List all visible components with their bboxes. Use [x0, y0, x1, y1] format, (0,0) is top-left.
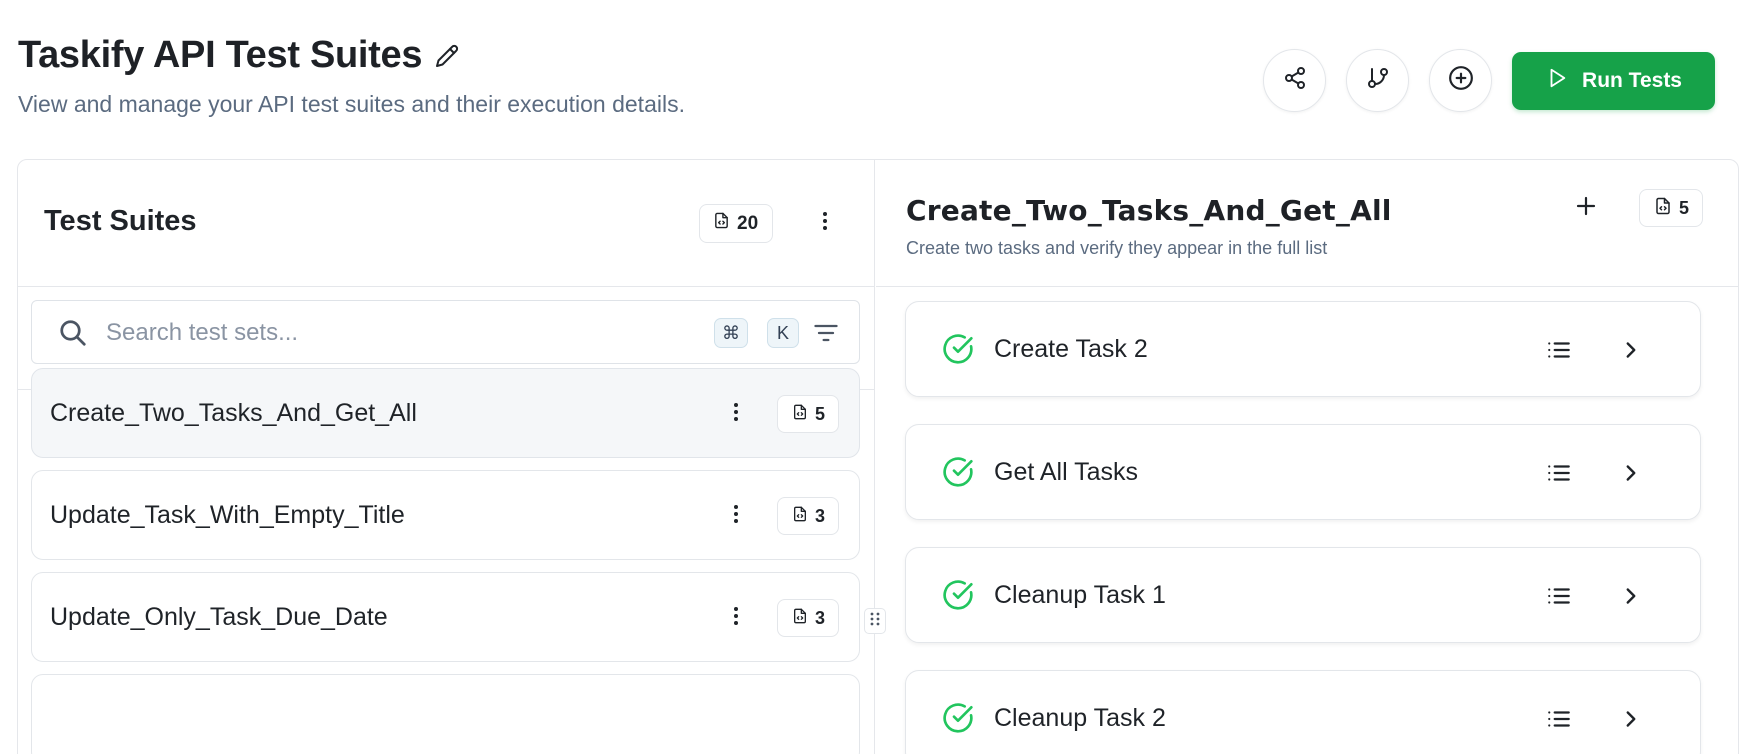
page-title: Taskify API Test Suites — [18, 34, 423, 76]
share-icon — [1283, 66, 1307, 95]
suites-pane: Test Suites 20 ⌘ K — [18, 160, 875, 754]
chevron-right-icon[interactable] — [1618, 460, 1644, 491]
shortcut-cmd-key: ⌘ — [714, 318, 748, 348]
search-icon — [58, 318, 88, 353]
tests-count-badge: 5 — [1639, 189, 1704, 227]
file-code-icon — [792, 608, 808, 629]
search-box: ⌘ K — [31, 300, 860, 364]
check-circle-icon — [942, 579, 974, 616]
add-button[interactable] — [1429, 49, 1493, 112]
chevron-right-icon[interactable] — [1618, 583, 1644, 614]
git-branch-icon — [1366, 66, 1390, 95]
branch-button[interactable] — [1346, 49, 1410, 112]
grip-vertical-icon — [869, 611, 881, 632]
file-code-icon — [792, 404, 808, 425]
filter-icon[interactable] — [812, 319, 840, 352]
test-card[interactable]: Cleanup Task 1 — [905, 547, 1701, 643]
test-name: Create Task 2 — [994, 335, 1148, 363]
more-vertical-icon — [724, 604, 748, 633]
suites-title: Test Suites — [44, 205, 197, 237]
tests-count: 5 — [1679, 197, 1690, 218]
chevron-right-icon[interactable] — [1618, 337, 1644, 368]
suites-menu-button[interactable] — [810, 208, 840, 238]
test-name: Cleanup Task 1 — [994, 581, 1166, 609]
suite-detail-description: Create two tasks and verify they appear … — [906, 238, 1328, 258]
suite-detail-title: Create_Two_Tasks_And_Get_All — [906, 194, 1392, 227]
panel-resize-handle[interactable] — [864, 608, 886, 634]
suite-item[interactable]: Update_Only_Task_Due_Date 3 — [31, 572, 860, 662]
test-card[interactable]: Create Task 2 — [905, 301, 1701, 397]
run-tests-label: Run Tests — [1582, 68, 1682, 92]
more-vertical-icon — [813, 209, 837, 238]
suite-detail-header: Create_Two_Tasks_And_Get_All Create two … — [876, 160, 1738, 287]
suite-count-badge: 3 — [777, 497, 840, 535]
suite-name: Update_Task_With_Empty_Title — [50, 501, 405, 529]
test-card[interactable]: Cleanup Task 2 — [905, 670, 1701, 754]
suites-header: Test Suites 20 — [18, 160, 874, 287]
run-tests-button[interactable]: Run Tests — [1512, 51, 1715, 110]
suite-item[interactable]: Update_Task_With_Empty_Title 3 — [31, 470, 860, 560]
suite-menu-button[interactable] — [721, 501, 751, 531]
main-panel: Test Suites 20 ⌘ K — [17, 159, 1739, 754]
suite-count-badge: 5 — [777, 395, 840, 433]
plus-icon — [1574, 194, 1598, 223]
suite-menu-button[interactable] — [721, 399, 751, 429]
file-code-icon — [713, 212, 730, 235]
check-circle-icon — [942, 333, 974, 370]
test-name: Cleanup Task 2 — [994, 704, 1166, 732]
suites-count: 20 — [737, 212, 759, 234]
suites-count-badge: 20 — [699, 204, 774, 243]
file-code-icon — [792, 506, 808, 527]
list-icon[interactable] — [1546, 460, 1572, 491]
suite-name: Update_Only_Task_Due_Date — [50, 603, 388, 631]
share-button[interactable] — [1263, 49, 1327, 112]
pencil-icon[interactable] — [432, 41, 462, 71]
list-icon[interactable] — [1546, 337, 1572, 368]
check-circle-icon — [942, 702, 974, 739]
check-circle-icon — [942, 456, 974, 493]
shortcut-k-key: K — [767, 318, 799, 348]
list-icon[interactable] — [1546, 583, 1572, 614]
test-name: Get All Tasks — [994, 458, 1139, 486]
suite-name: Create_Two_Tasks_And_Get_All — [50, 399, 417, 427]
chevron-right-icon[interactable] — [1618, 706, 1644, 737]
suite-detail-pane: Create_Two_Tasks_And_Get_All Create two … — [876, 160, 1738, 754]
plus-circle-icon — [1448, 65, 1474, 96]
suite-menu-button[interactable] — [721, 603, 751, 633]
play-icon — [1546, 67, 1568, 95]
suite-item[interactable] — [31, 674, 860, 754]
suite-count: 5 — [815, 403, 826, 424]
test-card[interactable]: Get All Tasks — [905, 424, 1701, 520]
header-actions: Run Tests — [1263, 49, 1715, 112]
suite-count: 3 — [815, 505, 826, 526]
suite-item[interactable]: Create_Two_Tasks_And_Get_All 5 — [31, 368, 860, 458]
file-code-icon — [1654, 197, 1672, 220]
list-icon[interactable] — [1546, 706, 1572, 737]
suite-count: 3 — [815, 607, 826, 628]
suite-count-badge: 3 — [777, 599, 840, 637]
more-vertical-icon — [724, 502, 748, 531]
add-test-button[interactable] — [1571, 193, 1601, 223]
search-input[interactable] — [106, 313, 626, 353]
more-vertical-icon — [724, 400, 748, 429]
